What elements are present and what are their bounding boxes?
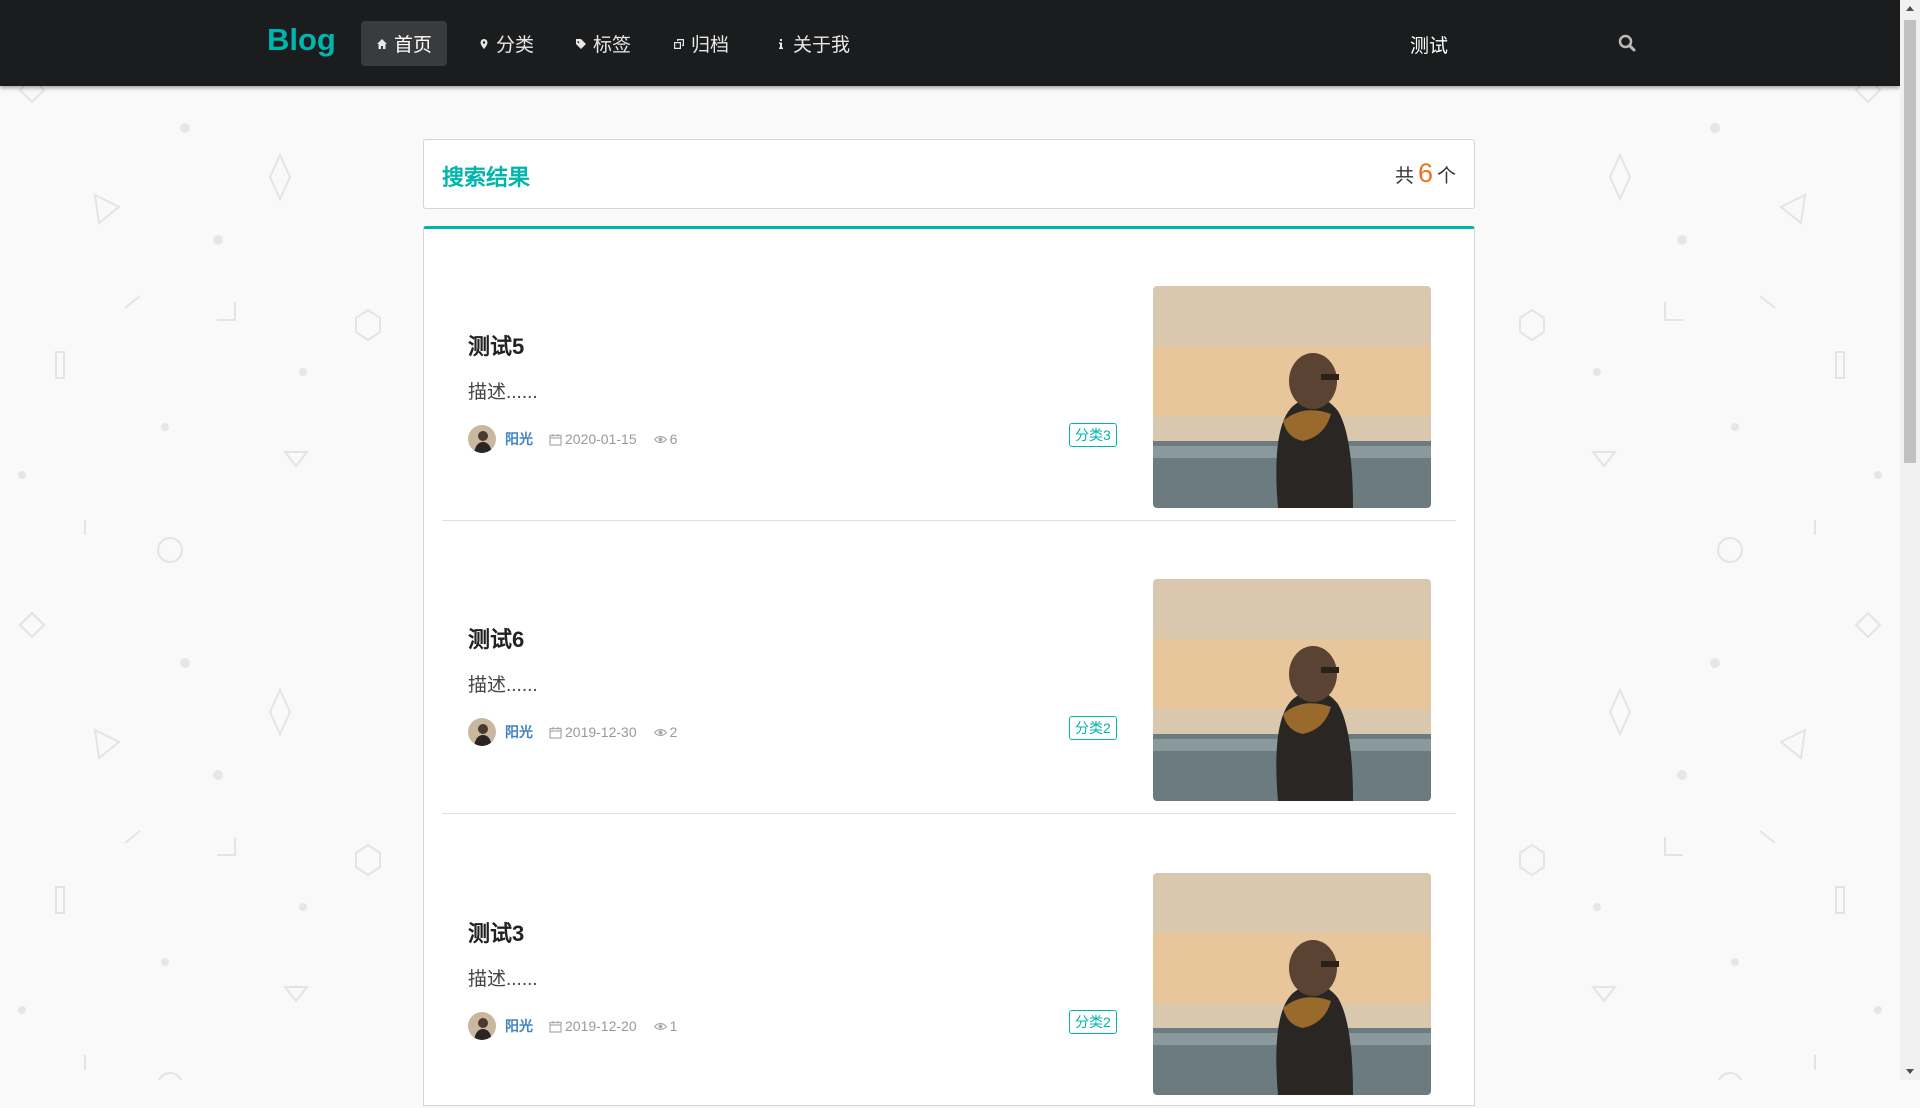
post-views: 2 — [669, 724, 678, 740]
page-scrollbar[interactable] — [1900, 0, 1920, 1080]
category-tag[interactable]: 分类2 — [1069, 716, 1117, 740]
clone-icon — [674, 38, 684, 49]
result-count: 共 6 个 — [1395, 158, 1456, 189]
author-link[interactable]: 阳光 — [505, 722, 533, 742]
post-thumbnail[interactable] — [1153, 873, 1431, 1095]
info-icon — [779, 38, 783, 49]
eye-icon — [653, 1022, 667, 1030]
calendar-icon — [549, 726, 562, 739]
nav-item-label: 分类 — [496, 35, 535, 56]
nav-item-tags[interactable]: 标签 — [560, 21, 646, 66]
nav-item-category[interactable]: 分类 — [463, 21, 549, 66]
result-count-suffix: 个 — [1436, 166, 1456, 187]
post-title[interactable]: 测试3 — [468, 916, 524, 948]
post-views: 6 — [669, 431, 678, 447]
result-count-number: 6 — [1417, 158, 1433, 188]
map-marker-icon — [480, 38, 488, 49]
avatar[interactable] — [468, 718, 496, 746]
post-date: 2020-01-15 — [565, 431, 637, 447]
calendar-icon — [549, 1020, 562, 1033]
post-views: 1 — [669, 1018, 678, 1034]
tag-icon — [576, 38, 586, 49]
eye-icon — [653, 728, 667, 736]
result-count-prefix: 共 — [1394, 166, 1414, 187]
post-title[interactable]: 测试6 — [468, 622, 524, 654]
author-link[interactable]: 阳光 — [505, 1016, 533, 1036]
search-result-header: 搜索结果 共 6 个 — [423, 139, 1475, 209]
nav-item-label: 标签 — [593, 35, 632, 56]
calendar-icon — [549, 433, 562, 446]
post-date: 2019-12-20 — [565, 1018, 637, 1034]
brand-logo[interactable]: Blog — [267, 22, 336, 58]
post-thumbnail[interactable] — [1153, 579, 1431, 801]
search-icon[interactable] — [1617, 33, 1637, 53]
nav-item-home[interactable]: 首页 — [361, 21, 448, 66]
list-item[interactable]: 测试3 描述...... 阳光 2019-12-20 1 分类2 — [442, 816, 1456, 1108]
nav-item-label: 关于我 — [793, 35, 851, 56]
post-thumbnail[interactable] — [1153, 286, 1431, 508]
author-link[interactable]: 阳光 — [505, 429, 533, 449]
scroll-up-arrow-icon[interactable] — [1900, 0, 1920, 18]
page-title: 搜索结果 — [442, 165, 531, 190]
nav-item-label: 首页 — [394, 35, 433, 56]
post-title[interactable]: 测试5 — [468, 329, 524, 361]
nav-item-label: 归档 — [691, 35, 730, 56]
top-navbar: Blog 首页 分类 标签 归档 关于我 测试 — [0, 0, 1900, 86]
avatar[interactable] — [468, 1012, 496, 1040]
post-description: 描述...... — [468, 969, 538, 990]
post-date: 2019-12-30 — [565, 724, 637, 740]
category-tag[interactable]: 分类2 — [1069, 1010, 1117, 1034]
avatar[interactable] — [468, 425, 496, 453]
post-meta: 阳光 2020-01-15 6 — [468, 425, 677, 453]
user-menu[interactable]: 测试 — [1410, 31, 1448, 58]
search-result-list: 测试5 描述...... 阳光 2020-01-15 6 分类3 测试6 描述.… — [423, 226, 1475, 1106]
post-description: 描述...... — [468, 675, 538, 696]
list-item[interactable]: 测试6 描述...... 阳光 2019-12-30 2 分类2 — [442, 522, 1456, 814]
eye-icon — [653, 435, 667, 443]
scroll-down-arrow-icon[interactable] — [1900, 1062, 1920, 1080]
post-description: 描述...... — [468, 382, 538, 403]
home-icon — [377, 38, 387, 49]
scrollbar-thumb[interactable] — [1904, 20, 1916, 463]
list-item[interactable]: 测试5 描述...... 阳光 2020-01-15 6 分类3 — [442, 229, 1456, 521]
post-meta: 阳光 2019-12-20 1 — [468, 1012, 677, 1040]
nav-item-about[interactable]: 关于我 — [760, 21, 865, 66]
post-meta: 阳光 2019-12-30 2 — [468, 718, 677, 746]
nav-item-archive[interactable]: 归档 — [658, 21, 744, 66]
category-tag[interactable]: 分类3 — [1069, 423, 1117, 447]
